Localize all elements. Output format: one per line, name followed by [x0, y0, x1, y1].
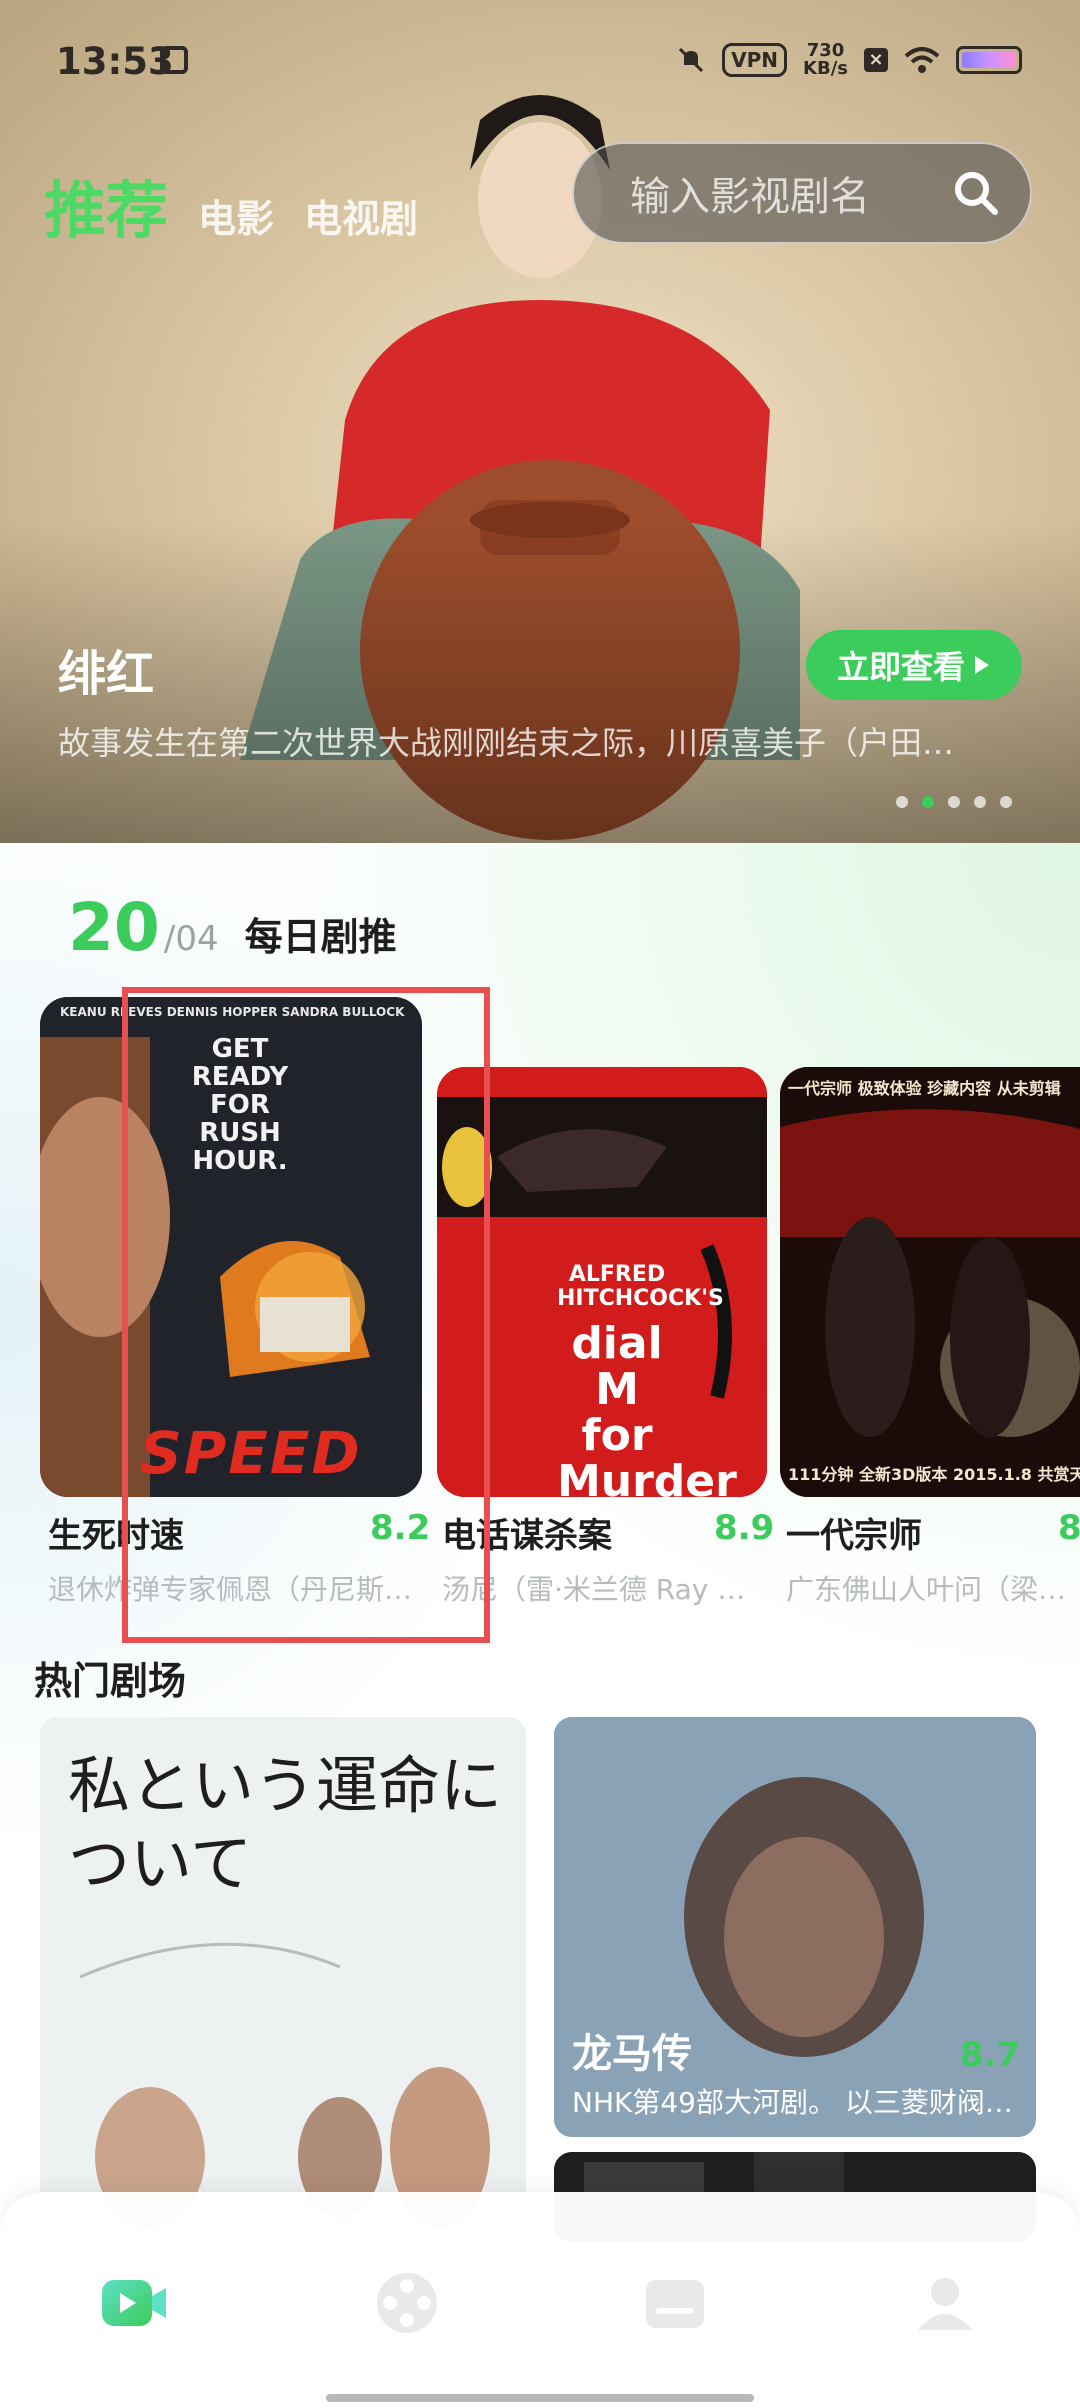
nav-video-icon[interactable] [100, 2268, 170, 2338]
mute-bell-icon [679, 47, 704, 73]
play-triangle-icon [975, 656, 989, 674]
date-month: /04 [163, 919, 219, 959]
poster-grandmaster-art [780, 1067, 1080, 1497]
daily-header: 20 /04 每日剧推 [68, 889, 397, 966]
tab-movies[interactable]: 电影 [198, 188, 274, 243]
carousel-dots [896, 796, 1012, 808]
nav-folder-icon[interactable] [640, 2268, 710, 2338]
network-speed: 730 KB/s [803, 42, 848, 78]
poster-title-text: dial M for Murder [557, 1318, 737, 1498]
notification-app-icon [160, 46, 188, 74]
home-indicator[interactable] [326, 2394, 754, 2402]
hero-banner[interactable]: 13:53 VPN 730 KB/s × 推荐 电影 电视剧 输入影视剧名 绯红… [0, 0, 1080, 843]
hot-card-2-score: 8.7 [959, 2035, 1020, 2075]
view-now-button[interactable]: 立即查看 [806, 630, 1022, 700]
poster-grandmaster[interactable]: 一代宗师 极致体验 珍藏内容 从未剪辑 111分钟 全新3D版本 2015.1.… [780, 1067, 1080, 1497]
poster-3-title[interactable]: 一代宗师 [786, 1508, 922, 1557]
hot-card-2-desc: NHK第49部大河剧。 以三菱财阀… [572, 2086, 1013, 2119]
view-now-label: 立即查看 [836, 648, 965, 686]
date-day: 20 [68, 889, 160, 966]
poster-2-score: 8.9 [714, 1508, 775, 1548]
search-bar[interactable]: 输入影视剧名 [572, 142, 1032, 244]
sim-off-icon: × [864, 48, 888, 72]
daily-title: 每日剧推 [244, 915, 397, 959]
hot-card-1[interactable]: 私という運命について [40, 1717, 526, 2237]
poster-header: 一代宗师 极致体验 珍藏内容 从未剪辑 [788, 1079, 1061, 1098]
carousel-dot-active[interactable] [922, 796, 934, 808]
hero-title: 绯红 [58, 646, 155, 702]
highlight-box [122, 987, 490, 1643]
carousel-dot[interactable] [896, 796, 908, 808]
bottom-navigation [0, 2192, 1080, 2408]
speed-unit: KB/s [803, 58, 848, 79]
hot-card-2[interactable]: 龙马传 8.7 NHK第49部大河剧。 以三菱财阀… [554, 1717, 1036, 2137]
poster-2-desc: 汤尼（雷·米兰德 Ray Mi… [442, 1573, 764, 1606]
carousel-dot[interactable] [948, 796, 960, 808]
vpn-badge: VPN [722, 43, 788, 77]
top-tabs: 推荐 电影 电视剧 [44, 160, 418, 250]
tab-recommend[interactable]: 推荐 [44, 160, 168, 250]
carousel-dot[interactable] [1000, 796, 1012, 808]
hot-section-title: 热门剧场 [34, 1659, 187, 1703]
hot-card-1-text: 私という運命について [68, 1749, 503, 1900]
poster-3-desc: 广东佛山人叶问（梁朝… [786, 1573, 1080, 1606]
search-input[interactable]: 输入影视剧名 [630, 164, 952, 222]
battery-icon [956, 46, 1022, 74]
wifi-icon [904, 47, 940, 73]
carousel-dot[interactable] [974, 796, 986, 808]
poster-footer: 111分钟 全新3D版本 2015.1.8 共赏天 [788, 1465, 1080, 1484]
nav-profile-icon[interactable] [910, 2268, 980, 2338]
search-icon[interactable] [952, 169, 1000, 217]
tab-tv[interactable]: 电视剧 [304, 188, 418, 243]
poster-3-score: 8 [1058, 1508, 1080, 1548]
nav-film-reel-icon[interactable] [372, 2268, 442, 2338]
hero-description: 故事发生在第二次世界大战刚刚结束之际，川原喜美子（户田… [58, 724, 955, 762]
status-bar: 13:53 VPN 730 KB/s × [0, 0, 1080, 120]
status-time: 13:53 [56, 40, 174, 83]
hot-card-2-title: 龙马传 [572, 2031, 692, 2077]
poster-credit: ALFRED HITCHCOCK'S [557, 1262, 724, 1311]
